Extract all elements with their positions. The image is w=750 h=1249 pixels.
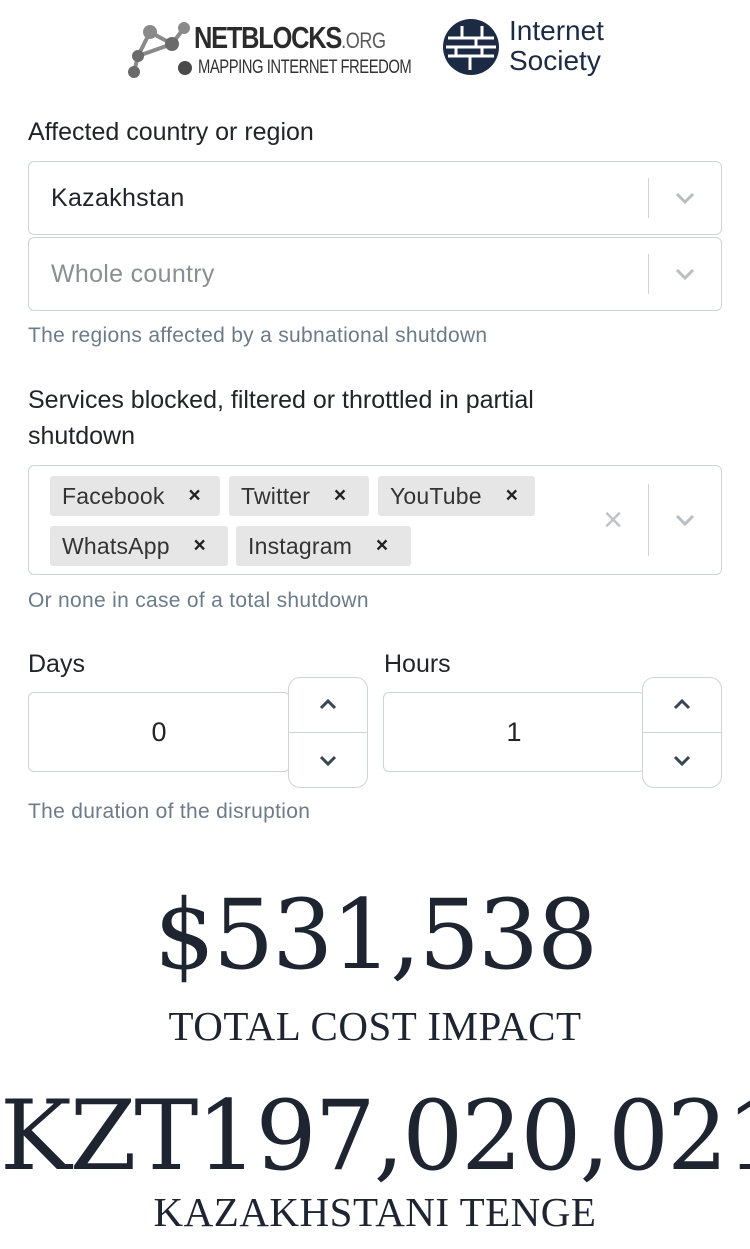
duration-help-text: The duration of the disruption	[28, 800, 311, 823]
remove-x-icon[interactable]: ×	[190, 534, 210, 558]
remove-x-icon[interactable]: ×	[330, 484, 350, 508]
chevron-up-icon	[319, 698, 337, 710]
chevron-down-icon[interactable]	[671, 260, 699, 288]
select-separator	[647, 178, 649, 218]
region-help-text: The regions affected by a subnational sh…	[28, 324, 488, 347]
days-decrement-button[interactable]	[288, 732, 368, 788]
select-separator	[647, 254, 649, 294]
days-label: Days	[28, 650, 85, 678]
hours-label: Hours	[384, 650, 451, 678]
remove-x-icon[interactable]: ×	[185, 484, 205, 508]
netblocks-wordmark: NETBLOCKS.ORG	[194, 20, 386, 56]
netblocks-title: NETBLOCKS	[194, 20, 342, 55]
days-input[interactable]: 0	[28, 692, 290, 772]
service-tag-facebook: Facebook ×	[50, 476, 220, 516]
hours-increment-button[interactable]	[642, 677, 722, 733]
service-tag-youtube: YouTube ×	[378, 476, 535, 516]
hours-decrement-button[interactable]	[642, 732, 722, 788]
clear-x-icon[interactable]: ×	[603, 503, 623, 537]
netblocks-logo[interactable]: NETBLOCKS.ORG MAPPING INTERNET FREEDOM	[128, 20, 412, 84]
country-label: Affected country or region	[28, 118, 314, 146]
chevron-down-icon[interactable]	[671, 184, 699, 212]
hours-input[interactable]: 1	[383, 692, 645, 772]
netblocks-tagline: MAPPING INTERNET FREEDOM	[198, 57, 412, 78]
days-increment-button[interactable]	[288, 677, 368, 733]
isoc-line1: Internet	[509, 15, 604, 46]
isoc-wordmark: Internet Society	[509, 16, 604, 76]
country-select-value: Kazakhstan	[51, 183, 185, 212]
chevron-down-icon	[673, 755, 691, 767]
service-tag-instagram: Instagram ×	[236, 526, 411, 566]
service-tag-label: WhatsApp	[62, 532, 170, 559]
services-label-line1: Services blocked, filtered or throttled …	[28, 386, 534, 414]
chevron-up-icon	[673, 698, 691, 710]
header-logos: NETBLOCKS.ORG MAPPING INTERNET FREEDOM I…	[0, 14, 750, 84]
service-tag-twitter: Twitter ×	[229, 476, 369, 516]
service-tag-label: Twitter	[241, 482, 311, 509]
region-select-placeholder: Whole country	[51, 259, 215, 288]
select-separator	[647, 484, 649, 556]
total-cost-local: KZT197,020,021	[0, 1080, 750, 1192]
chevron-down-icon[interactable]	[671, 506, 699, 534]
remove-x-icon[interactable]: ×	[502, 484, 522, 508]
services-help-text: Or none in case of a total shutdown	[28, 589, 369, 612]
services-label: Services blocked, filtered or throttled …	[28, 382, 534, 454]
remove-x-icon[interactable]: ×	[372, 534, 392, 558]
tagline-dot-icon	[178, 61, 192, 75]
total-cost-usd: $531,538	[153, 879, 598, 991]
service-tag-whatsapp: WhatsApp ×	[50, 526, 228, 566]
netblocks-domain: .ORG	[341, 28, 386, 53]
services-multiselect[interactable]: Facebook × Twitter × YouTube × WhatsApp …	[28, 465, 722, 575]
isoc-line2: Society	[509, 45, 601, 76]
region-select[interactable]: Whole country	[28, 237, 722, 311]
service-tag-label: Instagram	[248, 532, 353, 559]
services-label-line2: shutdown	[28, 422, 136, 450]
isoc-globe-icon	[443, 19, 499, 75]
chevron-down-icon	[319, 755, 337, 767]
isoc-logo[interactable]: Internet Society	[442, 16, 642, 80]
service-tag-label: YouTube	[390, 482, 482, 509]
local-currency-label: KAZAKHSTANI TENGE	[153, 1189, 597, 1235]
country-select[interactable]: Kazakhstan	[28, 161, 722, 235]
total-cost-label: TOTAL COST IMPACT	[168, 1003, 582, 1049]
netblocks-tagline-row: MAPPING INTERNET FREEDOM	[178, 57, 471, 79]
service-tag-label: Facebook	[62, 482, 165, 509]
